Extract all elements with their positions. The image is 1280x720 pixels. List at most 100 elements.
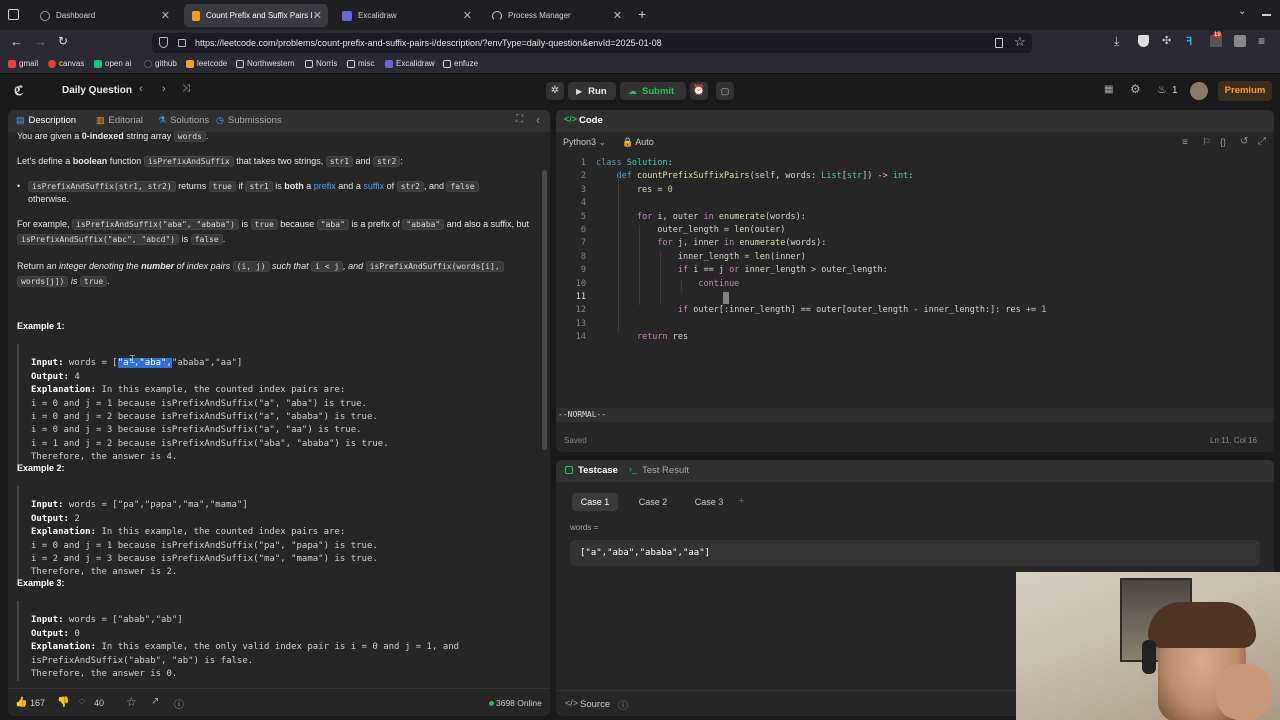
bookmark-icon[interactable]: ⚐ <box>1202 137 1211 148</box>
prev-chevron-icon[interactable]: ‹ <box>139 83 143 95</box>
bookmark-star-icon[interactable]: ☆ <box>1014 34 1026 50</box>
tab-leetcode[interactable]: Count Prefix and Suffix Pairs I - ✕ <box>184 4 328 27</box>
source-label[interactable]: Source <box>580 699 610 710</box>
auto-toggle[interactable]: 🔒 Auto <box>622 137 654 148</box>
bookmark-leetcode[interactable]: leetcode <box>186 59 227 68</box>
debug-bug-icon[interactable]: ✲ <box>546 82 564 100</box>
tab-editorial[interactable]: ▥ Editorial <box>96 115 143 126</box>
expand-icon[interactable]: ⛶ <box>516 114 523 125</box>
code-line[interactable]: class Solution: <box>596 158 673 171</box>
prefix-link[interactable]: prefix <box>314 181 336 191</box>
minimize-icon[interactable] <box>1262 14 1271 16</box>
bookmark-northwestern[interactable]: Northwestern <box>236 59 295 68</box>
globe-icon <box>40 10 50 21</box>
bookmark-excalidraw[interactable]: Excalidraw <box>385 59 435 68</box>
vpn-shield-icon[interactable] <box>1138 35 1149 47</box>
bookmark-github[interactable]: github <box>144 59 177 68</box>
bookmark-canvas[interactable]: canvas <box>48 59 84 68</box>
fullscreen-icon[interactable]: ⤢ <box>1258 136 1266 147</box>
bookmark-enfuze[interactable]: enfuze <box>443 59 478 68</box>
tab-testcase[interactable]: Testcase <box>578 465 618 476</box>
case-3-tab[interactable]: Case 3 <box>686 493 732 511</box>
tab-dashboard[interactable]: Dashboard ✕ <box>32 4 176 27</box>
bookmark-openai[interactable]: open ai <box>94 59 131 68</box>
run-button[interactable]: ▶ Run <box>568 82 616 100</box>
tab-solutions[interactable]: ⚗ Solutions <box>158 115 209 126</box>
leetcode-logo-icon[interactable]: ℭ <box>14 83 23 99</box>
tab-list-chevron-icon[interactable]: ⌄ <box>1238 6 1246 17</box>
close-icon[interactable]: ✕ <box>161 9 170 22</box>
new-tab-button[interactable]: + <box>638 6 646 22</box>
settings-gear-icon[interactable]: ⚙ <box>1130 82 1141 96</box>
code-editor[interactable]: 1 2 3 4 5 6 7 8 9 10 11 12 13 14 class Solution: def … <box>556 156 1274 406</box>
indent-guide <box>639 225 640 306</box>
tab-description[interactable]: ▤ Description <box>16 115 76 126</box>
url-text[interactable]: https://leetcode.com/problems/count-pref… <box>195 38 662 48</box>
close-icon[interactable]: ✕ <box>313 9 322 22</box>
avatar[interactable] <box>1190 82 1208 100</box>
reload-icon[interactable]: ↻ <box>58 34 68 48</box>
share-icon[interactable]: ↗ <box>151 696 159 707</box>
code-line[interactable]: for j, inner in enumerate(words): <box>596 238 826 251</box>
code-line[interactable]: if outer[:inner_length] == outer[outer_l… <box>596 305 1046 318</box>
code-line[interactable]: return res <box>596 332 688 345</box>
forward-arrow-icon[interactable]: → <box>34 34 47 49</box>
case-2-tab[interactable]: Case 2 <box>630 493 676 511</box>
shield-icon[interactable] <box>159 37 168 48</box>
format-icon[interactable]: ≡ <box>1182 137 1188 148</box>
text-selection[interactable]: "a","aba", <box>117 358 172 369</box>
extension-icon[interactable]: ꟻ <box>1186 35 1192 48</box>
case-1-tab[interactable]: Case 1 <box>572 493 618 511</box>
download-icon[interactable]: ⤓ <box>1114 34 1119 49</box>
collapse-chevron-icon[interactable]: ‹ <box>536 113 540 127</box>
streak-fire-icon[interactable]: ♨ <box>1157 83 1167 96</box>
premium-button[interactable]: Premium <box>1218 81 1272 101</box>
code-line[interactable]: def countPrefixSuffixPairs(self, words: … <box>596 171 913 184</box>
tab-excalidraw[interactable]: Excalidraw ✕ <box>334 4 478 27</box>
reader-view-icon[interactable] <box>995 38 1003 48</box>
menu-icon[interactable]: ≡ <box>1258 34 1265 48</box>
comment-icon[interactable]: ◌ <box>79 696 85 707</box>
back-arrow-icon[interactable]: ← <box>10 34 23 49</box>
next-chevron-icon[interactable]: › <box>162 83 166 95</box>
code-line[interactable]: outer_length = len(outer) <box>596 225 785 238</box>
daily-question-title[interactable]: Daily Question <box>62 85 132 96</box>
help-icon[interactable]: ⓘ <box>174 696 184 711</box>
layout-icon[interactable]: ▦ <box>1104 84 1113 95</box>
close-icon[interactable]: ✕ <box>463 9 472 22</box>
tab-overview-icon[interactable] <box>8 9 19 20</box>
language-select[interactable]: Python3 ⌄ <box>563 137 606 148</box>
description-scrollbar[interactable] <box>542 170 547 450</box>
code-line[interactable]: res = 0 <box>596 185 673 198</box>
line-number: 1 <box>580 158 586 168</box>
code-title[interactable]: Code <box>579 115 603 126</box>
info-icon[interactable]: ⓘ <box>618 697 628 712</box>
code-line[interactable]: inner_length = len(inner) <box>596 252 806 265</box>
extension-icon-2[interactable] <box>1234 35 1246 47</box>
favorite-star-icon[interactable]: ☆ <box>126 695 137 709</box>
submit-button[interactable]: ☁ Submit <box>620 82 686 100</box>
close-icon[interactable]: ✕ <box>613 9 622 22</box>
extensions-puzzle-icon[interactable]: ✣ <box>1162 34 1171 47</box>
timer-icon[interactable]: ⏰ <box>690 82 708 100</box>
lock-icon[interactable] <box>178 39 186 47</box>
bookmark-misc[interactable]: misc <box>347 59 374 68</box>
thumbs-up-icon[interactable]: 👍 <box>15 697 27 708</box>
tab-submissions[interactable]: ◷ Submissions <box>216 115 282 126</box>
code-line[interactable]: for i, outer in enumerate(words): <box>596 212 806 225</box>
shuffle-icon[interactable]: ⤨ <box>182 83 190 94</box>
tab-process-manager[interactable]: Process Manager ✕ <box>484 4 628 27</box>
notes-icon[interactable]: ▢ <box>716 82 734 100</box>
reset-icon[interactable]: ↺ <box>1240 136 1248 147</box>
bookmark-norris[interactable]: Norris <box>305 59 337 68</box>
thumbs-down-icon[interactable]: 👎 <box>57 697 69 708</box>
vim-mode-bar: --NORMAL-- <box>556 408 1274 422</box>
cloud-upload-icon: ☁ <box>628 85 637 96</box>
words-input[interactable]: ["a","aba","ababa","aa"] <box>570 540 1260 566</box>
bookmark-gmail[interactable]: gmail <box>8 59 38 68</box>
suffix-link[interactable]: suffix <box>363 181 384 191</box>
braces-icon[interactable]: {} <box>1220 137 1226 147</box>
add-case-button[interactable]: + <box>738 495 744 507</box>
tab-test-result[interactable]: Test Result <box>642 465 689 476</box>
address-bar[interactable]: https://leetcode.com/problems/count-pref… <box>152 33 1032 53</box>
